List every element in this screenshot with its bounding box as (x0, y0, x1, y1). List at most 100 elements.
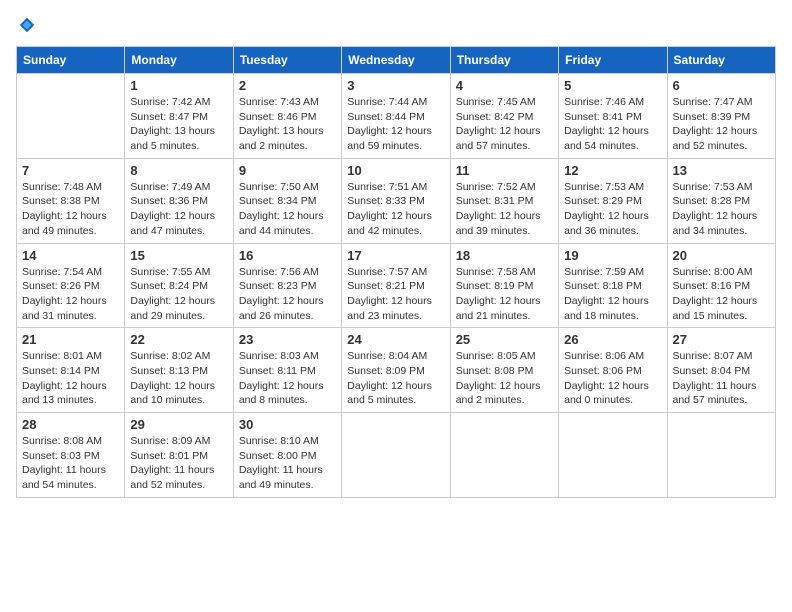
day-info: Sunrise: 7:48 AMSunset: 8:38 PMDaylight:… (22, 180, 119, 239)
day-number: 15 (130, 248, 227, 263)
day-info: Sunrise: 7:44 AMSunset: 8:44 PMDaylight:… (347, 95, 444, 154)
day-number: 30 (239, 417, 336, 432)
weekday-header: Wednesday (342, 47, 450, 74)
day-info: Sunrise: 8:05 AMSunset: 8:08 PMDaylight:… (456, 349, 553, 408)
day-number: 18 (456, 248, 553, 263)
calendar-cell: 17 Sunrise: 7:57 AMSunset: 8:21 PMDayligh… (342, 243, 450, 328)
day-info: Sunrise: 8:01 AMSunset: 8:14 PMDaylight:… (22, 349, 119, 408)
day-number: 8 (130, 163, 227, 178)
calendar-cell: 27 Sunrise: 8:07 AMSunset: 8:04 PMDayligh… (667, 328, 775, 413)
calendar-cell: 9 Sunrise: 7:50 AMSunset: 8:34 PMDaylight… (233, 158, 341, 243)
day-number: 3 (347, 78, 444, 93)
calendar-cell: 18 Sunrise: 7:58 AMSunset: 8:19 PMDayligh… (450, 243, 558, 328)
calendar-cell: 30 Sunrise: 8:10 AMSunset: 8:00 PMDayligh… (233, 413, 341, 498)
calendar-cell: 26 Sunrise: 8:06 AMSunset: 8:06 PMDayligh… (559, 328, 667, 413)
calendar-cell: 29Sunrise: 8:09 AMSunset: 8:01 PMDayligh… (125, 413, 233, 498)
calendar-week-row: 7Sunrise: 7:48 AMSunset: 8:38 PMDaylight… (17, 158, 776, 243)
calendar-week-row: 28 Sunrise: 8:08 AMSunset: 8:03 PMDayligh… (17, 413, 776, 498)
calendar-week-row: 21 Sunrise: 8:01 AMSunset: 8:14 PMDayligh… (17, 328, 776, 413)
calendar-cell: 10 Sunrise: 7:51 AMSunset: 8:33 PMDayligh… (342, 158, 450, 243)
day-number: 4 (456, 78, 553, 93)
calendar-week-row: 1 Sunrise: 7:42 AMSunset: 8:47 PMDaylight… (17, 74, 776, 159)
day-info: Sunrise: 7:51 AMSunset: 8:33 PMDaylight:… (347, 180, 444, 239)
calendar-header-row: SundayMondayTuesdayWednesdayThursdayFrid… (17, 47, 776, 74)
day-info: Sunrise: 8:06 AMSunset: 8:06 PMDaylight:… (564, 349, 661, 408)
calendar-cell: 19 Sunrise: 7:59 AMSunset: 8:18 PMDayligh… (559, 243, 667, 328)
day-info: Sunrise: 7:43 AMSunset: 8:46 PMDaylight:… (239, 95, 336, 154)
day-number: 28 (22, 417, 119, 432)
day-info: Sunrise: 8:04 AMSunset: 8:09 PMDaylight:… (347, 349, 444, 408)
day-info: Sunrise: 7:53 AMSunset: 8:29 PMDaylight:… (564, 180, 661, 239)
page-header (16, 16, 776, 34)
calendar-cell: 20 Sunrise: 8:00 AMSunset: 8:16 PMDayligh… (667, 243, 775, 328)
logo (16, 16, 36, 34)
calendar-cell: 21 Sunrise: 8:01 AMSunset: 8:14 PMDayligh… (17, 328, 125, 413)
calendar-week-row: 14 Sunrise: 7:54 AMSunset: 8:26 PMDayligh… (17, 243, 776, 328)
day-number: 20 (673, 248, 770, 263)
day-info: Sunrise: 7:49 AMSunset: 8:36 PMDaylight:… (130, 180, 227, 239)
weekday-header: Sunday (17, 47, 125, 74)
day-info: Sunrise: 7:57 AMSunset: 8:21 PMDaylight:… (347, 265, 444, 324)
calendar-cell: 25Sunrise: 8:05 AMSunset: 8:08 PMDayligh… (450, 328, 558, 413)
calendar-cell (450, 413, 558, 498)
day-info: Sunrise: 7:55 AMSunset: 8:24 PMDaylight:… (130, 265, 227, 324)
calendar-cell: 7Sunrise: 7:48 AMSunset: 8:38 PMDaylight… (17, 158, 125, 243)
day-number: 14 (22, 248, 119, 263)
weekday-header: Thursday (450, 47, 558, 74)
calendar-table: SundayMondayTuesdayWednesdayThursdayFrid… (16, 46, 776, 498)
calendar-cell: 4 Sunrise: 7:45 AMSunset: 8:42 PMDaylight… (450, 74, 558, 159)
day-number: 5 (564, 78, 661, 93)
day-info: Sunrise: 8:07 AMSunset: 8:04 PMDaylight:… (673, 349, 770, 408)
calendar-cell: 6 Sunrise: 7:47 AMSunset: 8:39 PMDaylight… (667, 74, 775, 159)
day-number: 24 (347, 332, 444, 347)
day-info: Sunrise: 8:08 AMSunset: 8:03 PMDaylight:… (22, 434, 119, 493)
day-number: 1 (130, 78, 227, 93)
day-info: Sunrise: 7:47 AMSunset: 8:39 PMDaylight:… (673, 95, 770, 154)
day-info: Sunrise: 7:56 AMSunset: 8:23 PMDaylight:… (239, 265, 336, 324)
weekday-header: Monday (125, 47, 233, 74)
day-number: 11 (456, 163, 553, 178)
calendar-cell: 12Sunrise: 7:53 AMSunset: 8:29 PMDayligh… (559, 158, 667, 243)
calendar-cell: 5Sunrise: 7:46 AMSunset: 8:41 PMDaylight… (559, 74, 667, 159)
day-info: Sunrise: 7:59 AMSunset: 8:18 PMDaylight:… (564, 265, 661, 324)
calendar-cell: 1 Sunrise: 7:42 AMSunset: 8:47 PMDaylight… (125, 74, 233, 159)
day-number: 21 (22, 332, 119, 347)
day-info: Sunrise: 8:00 AMSunset: 8:16 PMDaylight:… (673, 265, 770, 324)
day-info: Sunrise: 7:54 AMSunset: 8:26 PMDaylight:… (22, 265, 119, 324)
calendar-cell (667, 413, 775, 498)
day-info: Sunrise: 7:42 AMSunset: 8:47 PMDaylight:… (130, 95, 227, 154)
calendar-cell: 3 Sunrise: 7:44 AMSunset: 8:44 PMDaylight… (342, 74, 450, 159)
day-number: 29 (130, 417, 227, 432)
day-info: Sunrise: 7:53 AMSunset: 8:28 PMDaylight:… (673, 180, 770, 239)
day-number: 23 (239, 332, 336, 347)
calendar-cell: 13 Sunrise: 7:53 AMSunset: 8:28 PMDayligh… (667, 158, 775, 243)
weekday-header: Friday (559, 47, 667, 74)
day-info: Sunrise: 7:58 AMSunset: 8:19 PMDaylight:… (456, 265, 553, 324)
calendar-cell: 8 Sunrise: 7:49 AMSunset: 8:36 PMDaylight… (125, 158, 233, 243)
day-info: Sunrise: 8:03 AMSunset: 8:11 PMDaylight:… (239, 349, 336, 408)
day-info: Sunrise: 7:45 AMSunset: 8:42 PMDaylight:… (456, 95, 553, 154)
day-number: 17 (347, 248, 444, 263)
day-number: 13 (673, 163, 770, 178)
day-info: Sunrise: 8:10 AMSunset: 8:00 PMDaylight:… (239, 434, 336, 493)
logo-icon (18, 16, 36, 34)
calendar-cell: 22Sunrise: 8:02 AMSunset: 8:13 PMDayligh… (125, 328, 233, 413)
calendar-cell (559, 413, 667, 498)
day-number: 27 (673, 332, 770, 347)
day-number: 22 (130, 332, 227, 347)
calendar-cell: 24 Sunrise: 8:04 AMSunset: 8:09 PMDayligh… (342, 328, 450, 413)
day-number: 9 (239, 163, 336, 178)
calendar-cell: 28 Sunrise: 8:08 AMSunset: 8:03 PMDayligh… (17, 413, 125, 498)
day-number: 19 (564, 248, 661, 263)
calendar-cell: 14 Sunrise: 7:54 AMSunset: 8:26 PMDayligh… (17, 243, 125, 328)
weekday-header: Tuesday (233, 47, 341, 74)
day-info: Sunrise: 7:50 AMSunset: 8:34 PMDaylight:… (239, 180, 336, 239)
day-number: 26 (564, 332, 661, 347)
weekday-header: Saturday (667, 47, 775, 74)
day-number: 6 (673, 78, 770, 93)
calendar-cell (17, 74, 125, 159)
calendar-cell: 15 Sunrise: 7:55 AMSunset: 8:24 PMDayligh… (125, 243, 233, 328)
day-info: Sunrise: 7:52 AMSunset: 8:31 PMDaylight:… (456, 180, 553, 239)
day-number: 10 (347, 163, 444, 178)
day-number: 2 (239, 78, 336, 93)
